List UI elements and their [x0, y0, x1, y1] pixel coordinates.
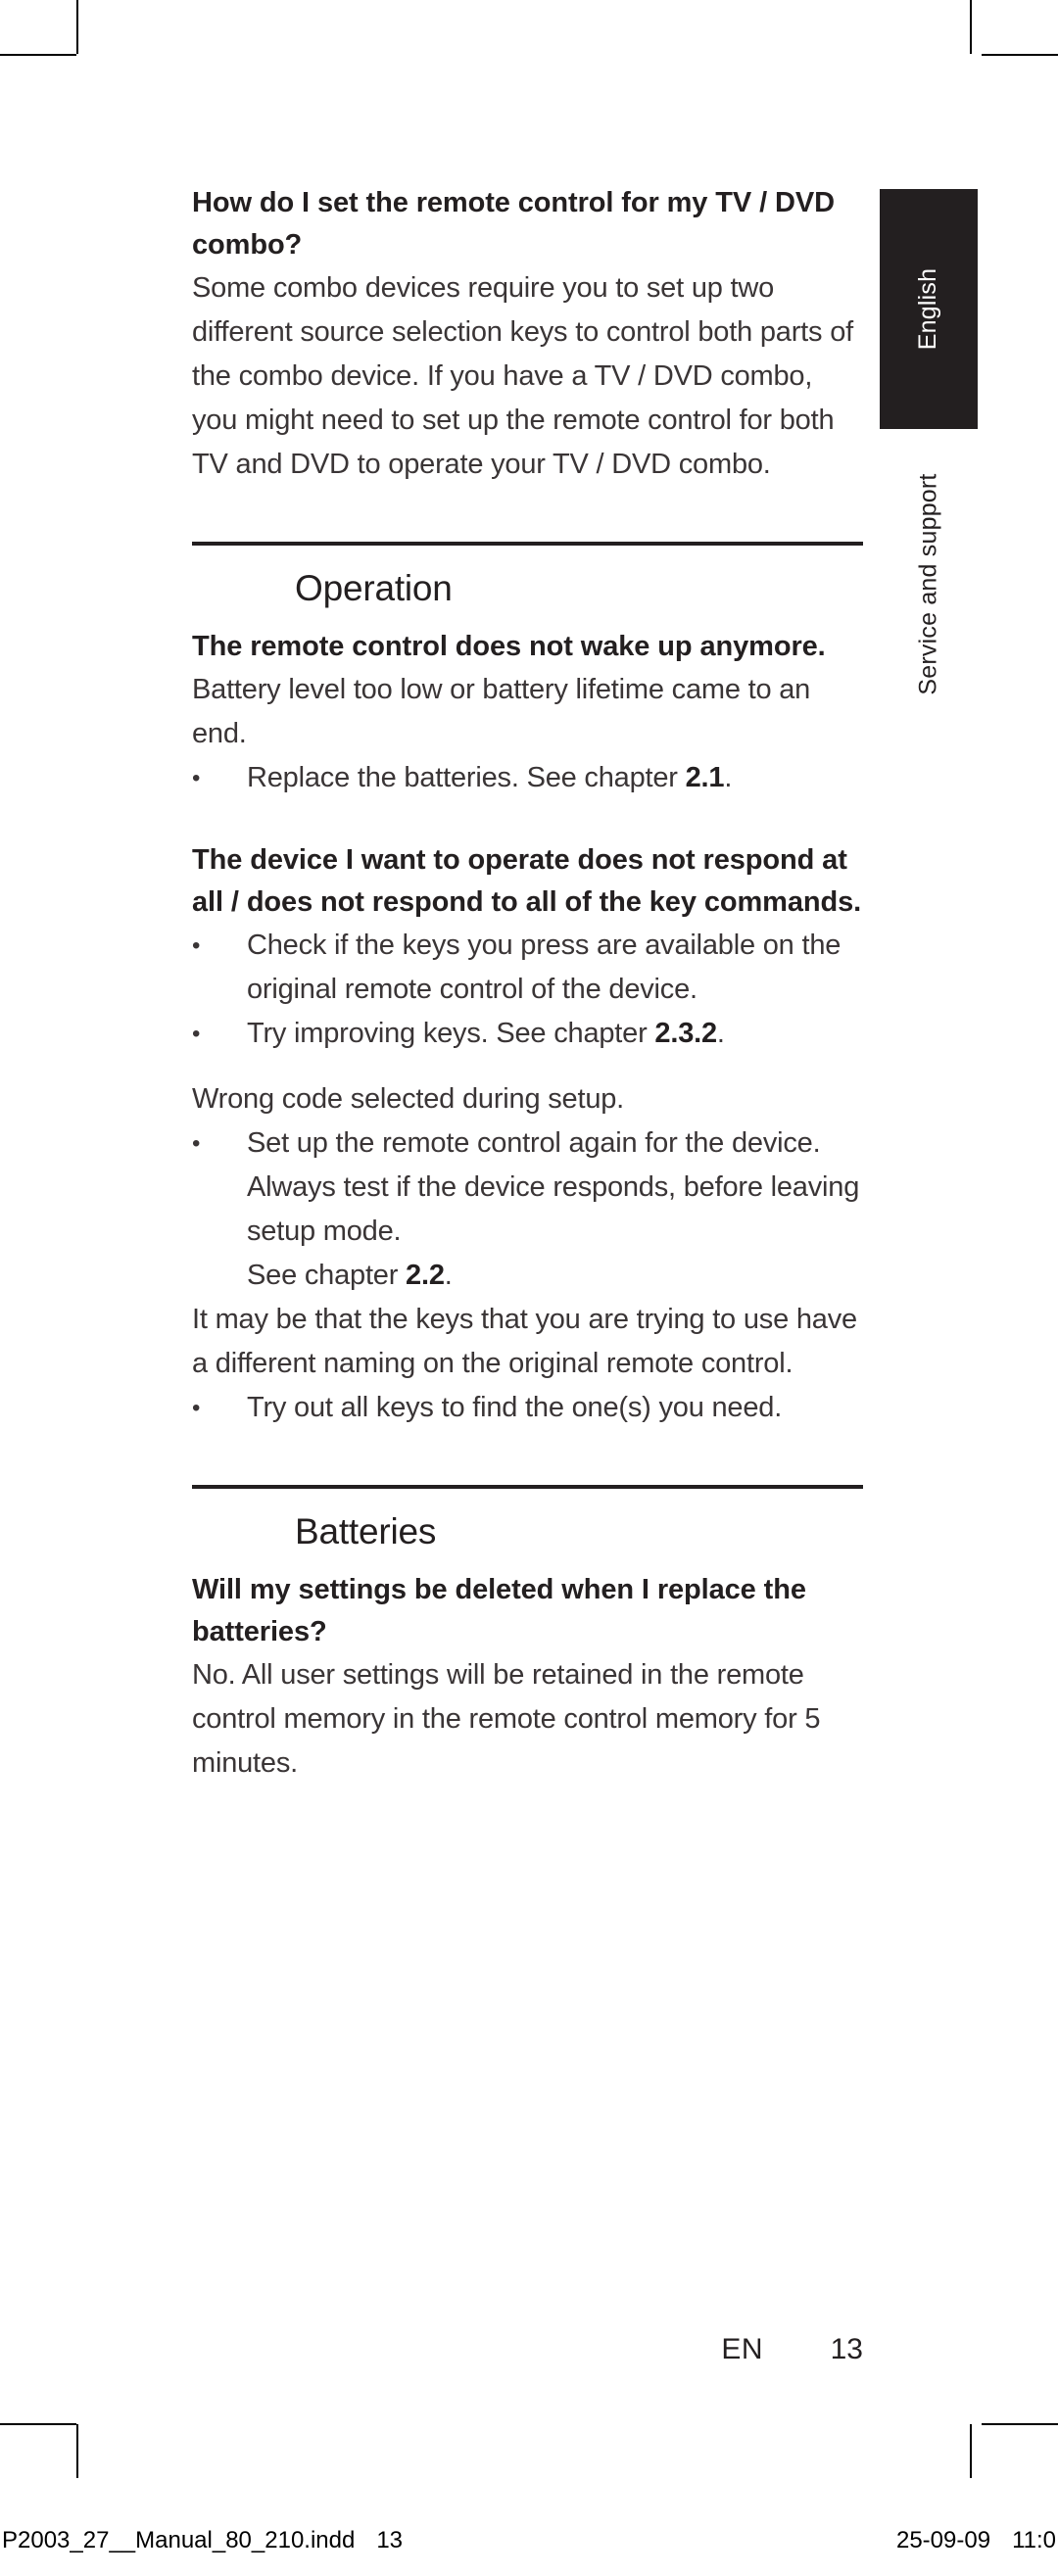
bullet-dot-icon: •: [192, 1395, 201, 1421]
list-item-text: Check if the keys you press are availabl…: [247, 930, 842, 1005]
page-footer: EN 13: [192, 2333, 863, 2366]
list-item-see-chapter-end: .: [444, 1260, 453, 1291]
chapter-tab-label: Service and support: [914, 473, 942, 695]
chapter-reference: 2.2: [406, 1260, 445, 1291]
list-item-text-before: Replace the batteries. See chapter: [247, 762, 686, 793]
chapter-tab: Service and support: [880, 460, 978, 735]
faq-question-settings-deleted: Will my settings be deleted when I repla…: [192, 1574, 806, 1647]
print-slug: P2003_27__Manual_80_210.indd 13 25-09-09 1…: [0, 2527, 1058, 2554]
list-item-text: Try improving keys. See chapter 2.3.2.: [247, 1012, 863, 1056]
slug-right: 25-09-09 11:0: [896, 2527, 1058, 2554]
slug-time: 11:0: [1012, 2527, 1056, 2553]
list-item-see-chapter: See chapter: [247, 1260, 407, 1291]
slug-page-number: 13: [376, 2527, 404, 2553]
list-item: • Try improving keys. See chapter 2.3.2.: [192, 1012, 863, 1056]
list-item-text: Replace the batteries. See chapter 2.1.: [247, 756, 863, 800]
list-item-text-after: .: [716, 1018, 725, 1049]
footer-page-number: 13: [830, 2333, 863, 2365]
faq-answer-different-naming: It may be that the keys that you are try…: [192, 1304, 857, 1379]
chapter-reference: 2.3.2: [654, 1018, 717, 1049]
slug-left: P2003_27__Manual_80_210.indd 13: [0, 2527, 403, 2554]
faq-answer-no-wake: Battery level too low or battery lifetim…: [192, 674, 811, 749]
bullet-dot-icon: •: [192, 932, 201, 959]
list-item: • Try out all keys to find the one(s) yo…: [192, 1386, 863, 1430]
chapter-reference: 2.1: [685, 762, 725, 793]
content-column: How do I set the remote control for my T…: [192, 182, 863, 1786]
faq-answer-combo: Some combo devices require you to set up…: [192, 272, 853, 480]
slug-date: 25-09-09: [895, 2527, 991, 2553]
faq-question-no-respond: The device I want to operate does not re…: [192, 844, 862, 918]
list-item-continuation: See chapter 2.2.: [247, 1254, 863, 1298]
manual-page: English Service and support How do I set…: [0, 0, 1058, 2576]
list-item-text-after: .: [724, 762, 733, 793]
list-item-text-before: Set up the remote control again for the …: [247, 1127, 860, 1247]
list-item-text: Set up the remote control again for the …: [247, 1121, 863, 1298]
list-item: • Check if the keys you press are availa…: [192, 924, 863, 1012]
list-item: • Set up the remote control again for th…: [192, 1121, 863, 1298]
faq-answer-wrong-code: Wrong code selected during setup.: [192, 1083, 625, 1115]
list-item: • Replace the batteries. See chapter 2.1…: [192, 756, 863, 800]
bullet-dot-icon: •: [192, 1130, 201, 1157]
section-heading-operation: Operation: [295, 568, 453, 608]
faq-question-combo: How do I set the remote control for my T…: [192, 187, 835, 261]
faq-answer-settings-deleted: No. All user settings will be retained i…: [192, 1659, 821, 1779]
footer-language-code: EN: [721, 2333, 763, 2365]
list-item-text-before: Try improving keys. See chapter: [247, 1018, 655, 1049]
bullet-dot-icon: •: [192, 765, 201, 791]
language-tab: English: [880, 189, 978, 429]
bullet-dot-icon: •: [192, 1021, 201, 1047]
language-tab-label: English: [914, 267, 942, 351]
section-heading-batteries: Batteries: [295, 1511, 437, 1551]
slug-filename: P2003_27__Manual_80_210.indd: [2, 2527, 356, 2553]
faq-question-no-wake: The remote control does not wake up anym…: [192, 631, 826, 662]
list-item-text: Try out all keys to find the one(s) you …: [247, 1392, 783, 1423]
